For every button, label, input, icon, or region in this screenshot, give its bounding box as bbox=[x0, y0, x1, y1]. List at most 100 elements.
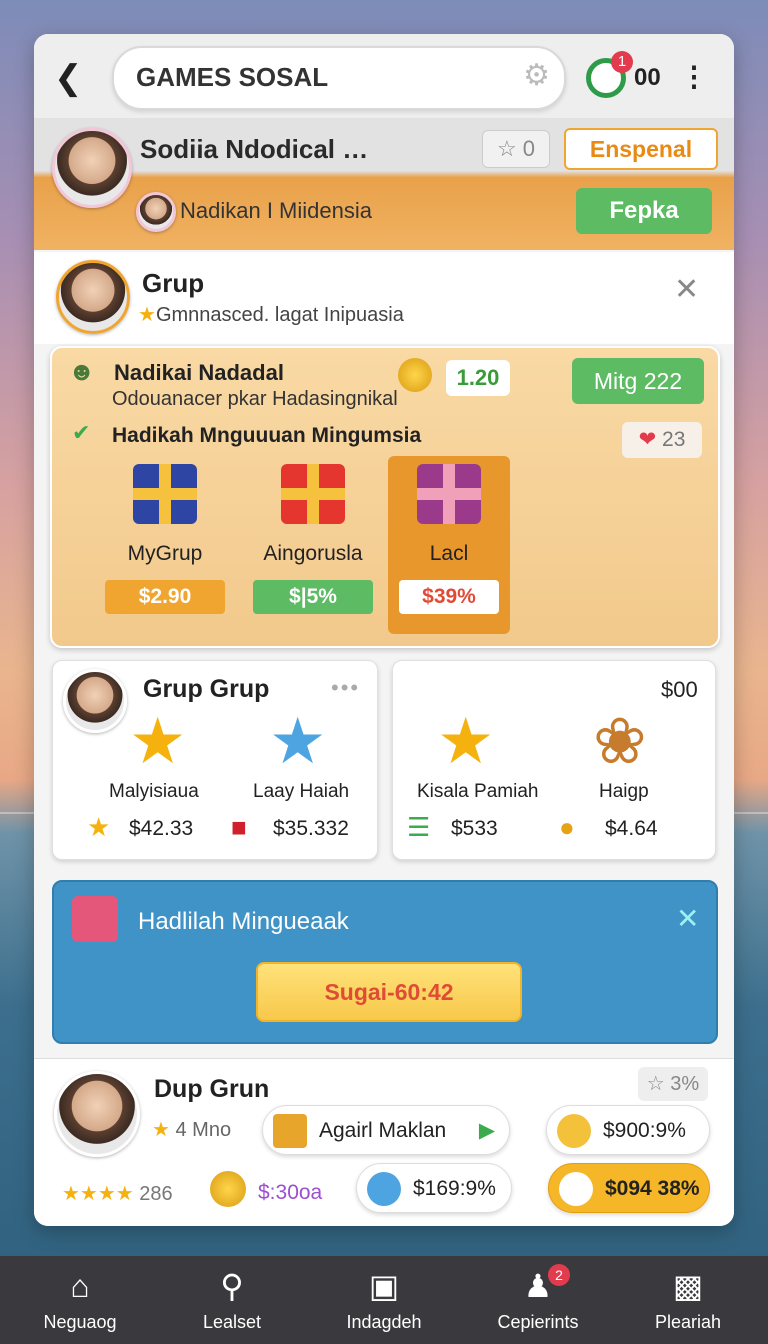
gift-box-icon bbox=[417, 464, 481, 524]
notification-ring-icon[interactable]: 1 bbox=[586, 51, 633, 98]
card-top-value: $00 bbox=[661, 677, 698, 702]
gift-label: Aingorusla bbox=[263, 542, 363, 565]
nav-item-record[interactable]: ▣ Indagdeh bbox=[314, 1266, 454, 1333]
gift-item[interactable]: MyGrup $2.90 bbox=[100, 456, 230, 634]
people-icon: ♟ bbox=[523, 1268, 553, 1304]
back-arrow-icon[interactable]: ❮ bbox=[54, 58, 100, 98]
gift-price: $|5% bbox=[253, 580, 373, 614]
avatar bbox=[559, 1172, 593, 1206]
banner-action-button[interactable]: Sugai-60:42 bbox=[256, 962, 522, 1022]
close-icon[interactable]: ✕ bbox=[674, 272, 699, 307]
dup-section: Dup Grun ☆ 3% ★ 4 Mno Agairl Maklan ▶ $9… bbox=[34, 1058, 734, 1226]
group-title: Grup bbox=[142, 268, 205, 298]
teddy-bear-icon: ❀ bbox=[593, 705, 647, 777]
close-icon[interactable]: ✕ bbox=[676, 902, 699, 935]
blue-coin-icon bbox=[367, 1172, 401, 1206]
top-header: ❮ GAMES SOSAL ⚙ 1 00 ⋮ bbox=[34, 34, 734, 118]
wrench-icon: ✔ bbox=[72, 420, 91, 445]
gold-star-icon: ★ bbox=[129, 705, 187, 777]
secondary-avatar bbox=[136, 192, 176, 232]
gold-star-icon: ★ bbox=[437, 705, 495, 777]
home-icon: ⌂ bbox=[70, 1268, 90, 1304]
coin-icon bbox=[398, 358, 432, 392]
group-avatar[interactable] bbox=[56, 260, 130, 334]
profile-card-icon: ▩ bbox=[672, 1268, 704, 1304]
gift-box-icon bbox=[281, 464, 345, 524]
rating: ★★★★ 286 bbox=[62, 1183, 173, 1205]
percent-chip[interactable]: ☆ 3% bbox=[638, 1067, 708, 1101]
more-dots-icon[interactable]: ••• bbox=[331, 675, 360, 701]
search-icon: ⚲ bbox=[220, 1268, 244, 1304]
nav-item-profile[interactable]: ▩ Pleariah bbox=[618, 1266, 758, 1333]
settings-gear-icon[interactable]: ⚙ bbox=[523, 58, 550, 93]
profile-name: Sodiia Ndodical … bbox=[140, 134, 369, 164]
gold-bars-icon bbox=[273, 1114, 307, 1148]
more-menu-icon[interactable]: ⋮ bbox=[680, 60, 708, 93]
item-price: $533 bbox=[451, 817, 498, 840]
group-card-right[interactable]: $00 ★ ❀ Kisala Pamiah Haigp ☰ $533 ● $4.… bbox=[392, 660, 716, 860]
profile-strip: Sodiia Ndodical … ☆ 0 Enspenal Nadikan I… bbox=[34, 118, 734, 250]
item-name: Laay Haiah bbox=[253, 781, 350, 802]
purple-value: $:30oa bbox=[258, 1181, 323, 1204]
dup-avatar[interactable] bbox=[54, 1071, 140, 1157]
profile-avatar[interactable] bbox=[52, 128, 132, 208]
coin-icon bbox=[557, 1114, 591, 1148]
item-price: $42.33 bbox=[129, 817, 194, 840]
notification-badge: 1 bbox=[611, 51, 633, 73]
gold-price-pill[interactable]: $094 38% bbox=[548, 1163, 710, 1213]
offer-subtitle: Odouanacer pkar Hadasingnikal bbox=[112, 388, 398, 410]
mitg-button[interactable]: Mitg 222 bbox=[572, 358, 704, 404]
nav-item-search[interactable]: ⚲ Lealset bbox=[162, 1266, 302, 1333]
gift-box-icon bbox=[133, 464, 197, 524]
person-icon: ☻ bbox=[68, 356, 96, 386]
dup-title: Dup Grun bbox=[154, 1075, 270, 1103]
dup-subtitle: ★ 4 Mno bbox=[152, 1119, 232, 1141]
likes-chip[interactable]: ❤ 23 bbox=[622, 422, 702, 458]
title-search-bar[interactable]: GAMES SOSAL ⚙ bbox=[112, 46, 566, 110]
agairl-pill[interactable]: Agairl Maklan ▶ bbox=[262, 1105, 510, 1155]
blue-price-pill[interactable]: $169:9% bbox=[356, 1163, 512, 1213]
offer-heading: Hadikah Mnguuuan Mingumsia bbox=[112, 424, 422, 447]
app-title: GAMES SOSAL bbox=[136, 62, 329, 92]
play-icon: ▶ bbox=[478, 1119, 495, 1142]
gift-label: MyGrup bbox=[127, 542, 203, 565]
card-avatar bbox=[63, 669, 127, 733]
profile-subtitle: Nadikan I Miidensia bbox=[180, 198, 372, 223]
bottom-nav: ⌂ Neguaog ⚲ Lealset ▣ Indagdeh ♟ 2 Cepie… bbox=[0, 1256, 768, 1344]
nav-item-people[interactable]: ♟ 2 Cepierints bbox=[468, 1264, 608, 1333]
group-header: Grup ★Gmnnasced. lagat Inipuasia ✕ bbox=[34, 252, 734, 344]
star-count-chip[interactable]: ☆ 0 bbox=[482, 130, 550, 168]
header-count: 00 bbox=[634, 64, 661, 91]
coin-stack-icon: ☰ bbox=[407, 812, 431, 842]
record-icon: ▣ bbox=[368, 1268, 400, 1304]
offer-value: 1.20 bbox=[446, 360, 510, 396]
gift-label: Lacl bbox=[429, 542, 469, 565]
card-title: Grup Grup bbox=[143, 675, 270, 703]
nav-badge: 2 bbox=[548, 1264, 570, 1286]
star-icon: ★ bbox=[87, 812, 111, 842]
price-pill[interactable]: $900:9% bbox=[546, 1105, 710, 1155]
gift-icon bbox=[72, 896, 118, 942]
item-name: Kisala Pamiah bbox=[417, 781, 539, 802]
item-name: Haigp bbox=[599, 781, 649, 802]
item-price: $35.332 bbox=[273, 817, 349, 840]
coin-icon: ● bbox=[559, 812, 575, 842]
item-name: Malyisiaua bbox=[109, 781, 199, 802]
app-window: ❮ GAMES SOSAL ⚙ 1 00 ⋮ Sodiia Ndodical …… bbox=[34, 34, 734, 1226]
coin-icon bbox=[210, 1171, 246, 1207]
banner-title: Hadlilah Mingueaak bbox=[138, 908, 349, 935]
enspenal-button[interactable]: Enspenal bbox=[564, 128, 718, 170]
gift-item-selected[interactable]: Lacl $39% bbox=[388, 456, 510, 634]
nav-item-home[interactable]: ⌂ Neguaog bbox=[10, 1266, 150, 1333]
gift-price: $39% bbox=[399, 580, 499, 614]
fepka-button[interactable]: Fepka bbox=[576, 188, 712, 234]
offer-title: Nadikai Nadadal bbox=[114, 360, 284, 385]
offer-panel: ☻ Nadikai Nadadal 1.20 Mitg 222 Odouanac… bbox=[50, 346, 720, 648]
gem-icon: ■ bbox=[231, 812, 247, 842]
group-description: ★Gmnnasced. lagat Inipuasia bbox=[138, 304, 404, 326]
item-price: $4.64 bbox=[605, 817, 658, 840]
group-card-left[interactable]: Grup Grup ••• ★ ★ Malyisiaua Laay Haiah … bbox=[52, 660, 378, 860]
promo-banner: Hadlilah Mingueaak ✕ Sugai-60:42 bbox=[52, 880, 718, 1044]
gift-item[interactable]: Aingorusla $|5% bbox=[248, 456, 378, 634]
blue-star-icon: ★ bbox=[269, 705, 327, 777]
